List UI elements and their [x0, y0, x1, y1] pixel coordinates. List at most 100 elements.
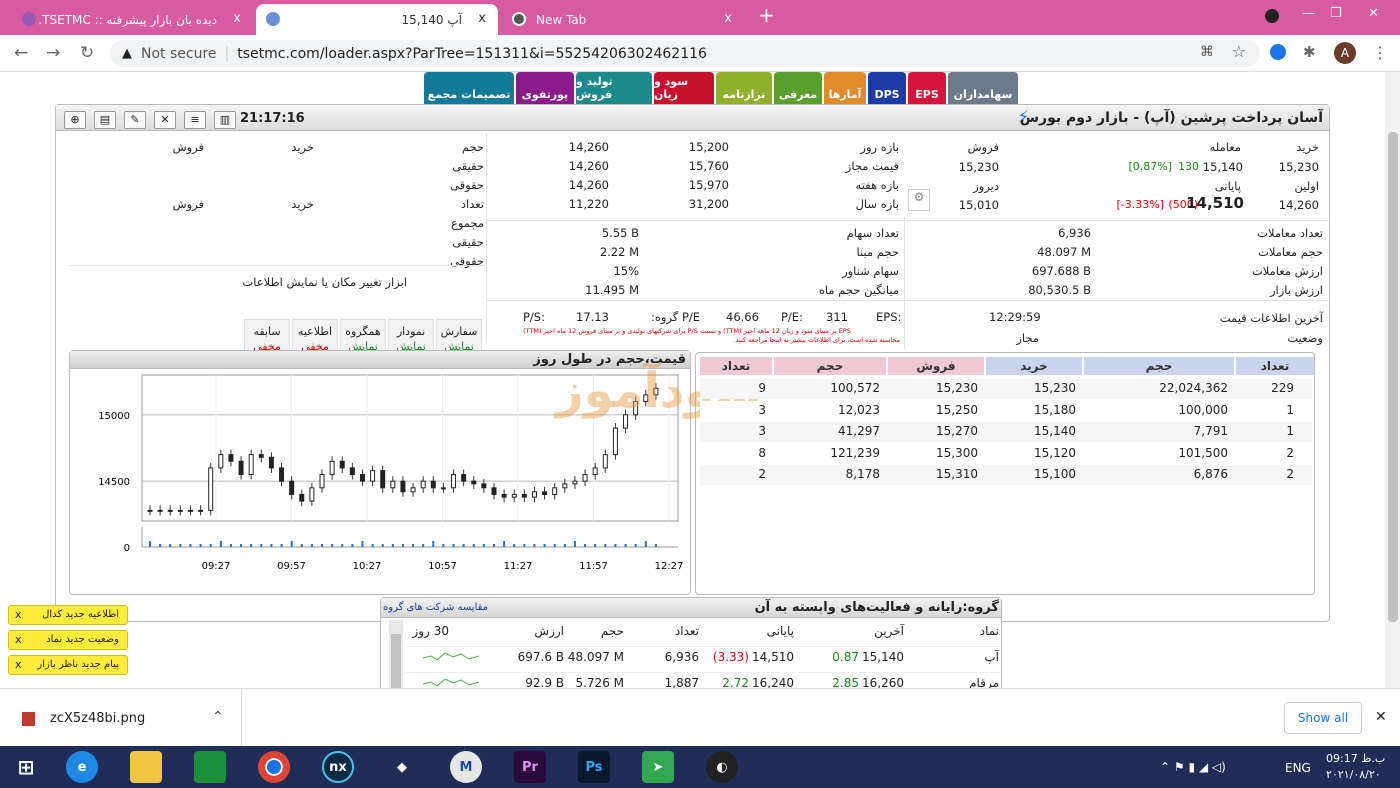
extensions-puzzle-icon[interactable]: ✱: [1303, 43, 1316, 61]
page-scrollbar-thumb[interactable]: [1388, 132, 1398, 622]
candle-body: [440, 487, 446, 490]
bookmark-star-icon[interactable]: ☆: [1232, 42, 1246, 61]
unity-icon[interactable]: ◆: [386, 751, 418, 783]
browser-tab-2[interactable]: آپ 15,140 x: [256, 4, 498, 35]
client-label-total-8: مجموع: [450, 216, 484, 230]
tool-button-label: همگروه: [345, 325, 381, 338]
tab-close-icon[interactable]: x: [724, 11, 732, 26]
candle-body: [157, 509, 163, 512]
security-label: Not secure: [141, 45, 217, 62]
toolbar-edit-icon[interactable]: ✎: [124, 111, 146, 129]
download-close-icon[interactable]: ✕: [1375, 709, 1387, 725]
notice-close-icon[interactable]: x: [15, 631, 22, 649]
group-header-3: پایانی: [766, 624, 794, 638]
minimize-icon[interactable]: —: [1302, 6, 1315, 21]
telegram-icon[interactable]: ➤: [642, 751, 674, 783]
forward-arrow-icon[interactable]: →: [46, 43, 60, 63]
browser-tab-1[interactable]: دیده بان بازار پیشرفته :: TSETMC. x: [8, 4, 253, 35]
candle-body: [572, 480, 578, 485]
new-tab-button[interactable]: +: [758, 3, 775, 27]
address-toolbar: ← → ↻ ▲ Not secure | tsetmc.com/loader.a…: [0, 35, 1400, 72]
tab-search-icon[interactable]: [1265, 9, 1279, 23]
orderbook-cell: 229: [1271, 381, 1294, 395]
group-cell: 2.85: [832, 676, 859, 688]
symbol-tab-4[interactable]: معرفی: [774, 72, 822, 104]
premiere-icon[interactable]: Pr: [514, 751, 546, 783]
symbol-tab-6[interactable]: سود و زیان: [654, 72, 714, 104]
orderbook-cell: 22,024,362: [1159, 381, 1228, 395]
group-scroll-thumb[interactable]: [391, 634, 401, 688]
toolbar-zoom-icon[interactable]: ⊕: [64, 111, 86, 129]
photoshop-icon[interactable]: Ps: [578, 751, 610, 783]
download-file-name[interactable]: zcX5z48bi.png: [50, 711, 145, 726]
store-icon[interactable]: [194, 751, 226, 783]
candle-body: [370, 470, 376, 482]
notice-badge-2[interactable]: پیام جدید ناظر بازار x: [8, 655, 128, 675]
notice-close-icon[interactable]: x: [15, 656, 22, 674]
tab-close-icon[interactable]: x: [233, 11, 241, 26]
menu-dots-icon[interactable]: ⋮: [1372, 43, 1388, 62]
clock-date[interactable]: ۲۰۲۱/۰۸/۲۰: [1326, 768, 1381, 781]
symbol-tab-8[interactable]: پورتفوی: [516, 72, 574, 104]
stat-left-value-1: 48.097 M: [1037, 245, 1091, 259]
browser-tab-3[interactable]: New Tab x: [502, 4, 744, 35]
toolbar-list-icon[interactable]: ≡: [184, 111, 206, 129]
tool-button-label: نمودار: [396, 325, 426, 338]
range-low-1: 14,260: [568, 159, 609, 173]
translate-icon[interactable]: ⌘: [1200, 44, 1214, 60]
symbol-tab-1[interactable]: EPS: [908, 72, 946, 104]
stat-left-label-3: ارزش بازار: [1269, 283, 1323, 297]
file-image-icon: [22, 712, 35, 726]
symbol-tab-3[interactable]: آمارها: [824, 72, 866, 104]
clock-time[interactable]: 09:17 ب.ظ: [1326, 752, 1385, 765]
yesterday-label: دیروز: [973, 179, 999, 193]
omnibox[interactable]: ▲ Not secure | tsetmc.com/loader.aspx?Pa…: [110, 40, 1260, 67]
reload-icon[interactable]: ↻: [80, 43, 94, 63]
status-label: وضعیت: [1287, 331, 1323, 345]
candle-body: [491, 487, 497, 495]
restore-icon[interactable]: ❐: [1330, 6, 1342, 21]
download-divider: [241, 689, 242, 747]
x-tick-label: 12:27: [655, 561, 684, 572]
profile-avatar[interactable]: A: [1334, 42, 1356, 64]
tray-icons[interactable]: ⌃ ⚑ ▮ ◢ ◁): [1160, 760, 1226, 774]
symbol-tab-7[interactable]: تولید و فروش: [576, 72, 652, 104]
chrome-icon[interactable]: [258, 751, 290, 783]
symbol-tab-5[interactable]: ترازنامه: [716, 72, 772, 104]
compare-link[interactable]: مقایسه شرکت های گروه: [383, 602, 488, 613]
url-text[interactable]: tsetmc.com/loader.aspx?ParTree=151311&i=…: [237, 46, 707, 62]
toolbar-chart-icon[interactable]: ▥: [214, 111, 236, 129]
orderbook-cell: 121,239: [830, 445, 880, 460]
group-scroll[interactable]: [389, 620, 403, 688]
close-window-icon[interactable]: ✕: [1368, 6, 1379, 21]
show-all-button[interactable]: Show all: [1284, 702, 1362, 734]
panel-header: ⊕ ▤ ✎ ✕ ≡ ▥ 21:17:16 آسان پرداخت پرشین (…: [56, 105, 1329, 131]
symbol-tab-9[interactable]: تصمیمات مجمع: [424, 72, 514, 104]
symbol-tab-0[interactable]: سهامداران: [948, 72, 1018, 104]
nox-icon[interactable]: nx: [322, 751, 354, 783]
tool-button-label: اطلاعیه: [297, 325, 333, 338]
notice-badge-0[interactable]: اطلاعیه جدید کدال x: [8, 605, 128, 625]
toolbar-filter-icon[interactable]: ✕: [154, 111, 176, 129]
candle-body: [552, 487, 558, 495]
symbol-tab-2[interactable]: DPS: [868, 72, 906, 104]
extension-globe-icon[interactable]: [1270, 44, 1286, 60]
language-indicator[interactable]: ENG: [1285, 761, 1311, 775]
obs-icon[interactable]: ◐: [706, 751, 738, 783]
candle-body: [299, 493, 305, 502]
candle-body: [309, 487, 315, 502]
range-high-3: 31,200: [688, 197, 729, 211]
notice-badge-1[interactable]: وضعیت جدید نماد x: [8, 630, 128, 650]
file-explorer-icon[interactable]: [130, 751, 162, 783]
range-settings-icon[interactable]: ⚙: [908, 189, 930, 211]
tab-close-icon[interactable]: x: [478, 11, 486, 26]
notice-close-icon[interactable]: x: [15, 606, 22, 624]
app-icon[interactable]: M: [450, 751, 482, 783]
ie-icon[interactable]: e: [66, 751, 98, 783]
windows-start-icon[interactable]: ⊞: [10, 751, 42, 783]
page-scrollbar[interactable]: [1385, 72, 1400, 688]
toolbar-doc-icon[interactable]: ▤: [94, 111, 116, 129]
back-arrow-icon[interactable]: ←: [14, 43, 28, 63]
notice-text: پیام جدید ناظر بازار: [37, 659, 119, 670]
chevron-up-icon[interactable]: ⌃: [212, 709, 224, 725]
